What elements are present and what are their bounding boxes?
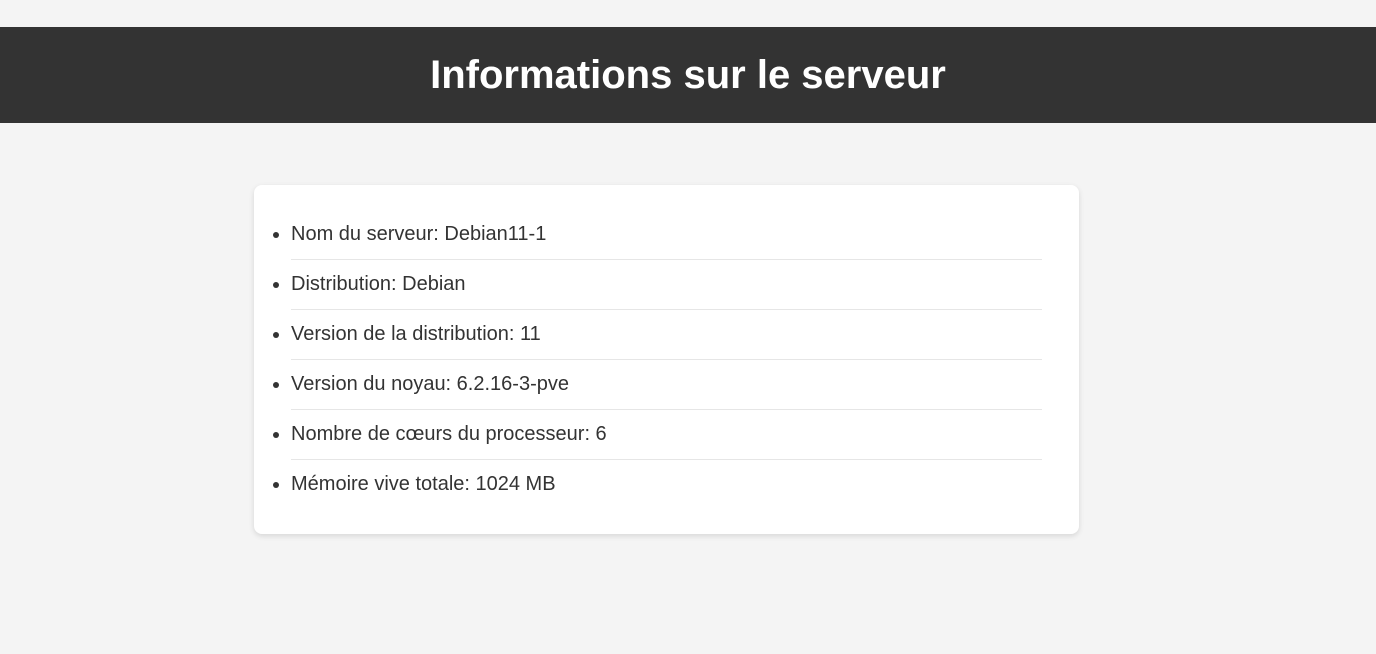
bullet-icon — [273, 282, 279, 288]
page-title: Informations sur le serveur — [430, 53, 946, 97]
server-info-list: Nom du serveur: Debian11-1 Distribution:… — [273, 210, 1042, 509]
info-item-label: Nom du serveur: Debian11-1 — [291, 223, 547, 245]
page-header: Informations sur le serveur — [0, 27, 1376, 123]
info-item-label: Version du noyau: 6.2.16-3-pve — [291, 373, 569, 395]
bullet-icon — [273, 332, 279, 338]
info-item-cpu-cores: Nombre de cœurs du processeur: 6 — [273, 410, 1042, 460]
info-item-label: Nombre de cœurs du processeur: 6 — [291, 423, 607, 445]
info-item-label: Version de la distribution: 11 — [291, 323, 541, 345]
info-item-label: Mémoire vive totale: 1024 MB — [291, 473, 556, 495]
bullet-icon — [273, 232, 279, 238]
info-item-distribution: Distribution: Debian — [273, 260, 1042, 310]
top-spacer — [0, 0, 1376, 27]
server-info-card: Nom du serveur: Debian11-1 Distribution:… — [254, 185, 1079, 534]
info-item-kernel-version: Version du noyau: 6.2.16-3-pve — [273, 360, 1042, 410]
bullet-icon — [273, 432, 279, 438]
bullet-icon — [273, 482, 279, 488]
info-item-server-name: Nom du serveur: Debian11-1 — [273, 210, 1042, 260]
bullet-icon — [273, 382, 279, 388]
info-item-label: Distribution: Debian — [291, 273, 466, 295]
info-item-distribution-version: Version de la distribution: 11 — [273, 310, 1042, 360]
info-item-total-memory: Mémoire vive totale: 1024 MB — [273, 460, 1042, 509]
